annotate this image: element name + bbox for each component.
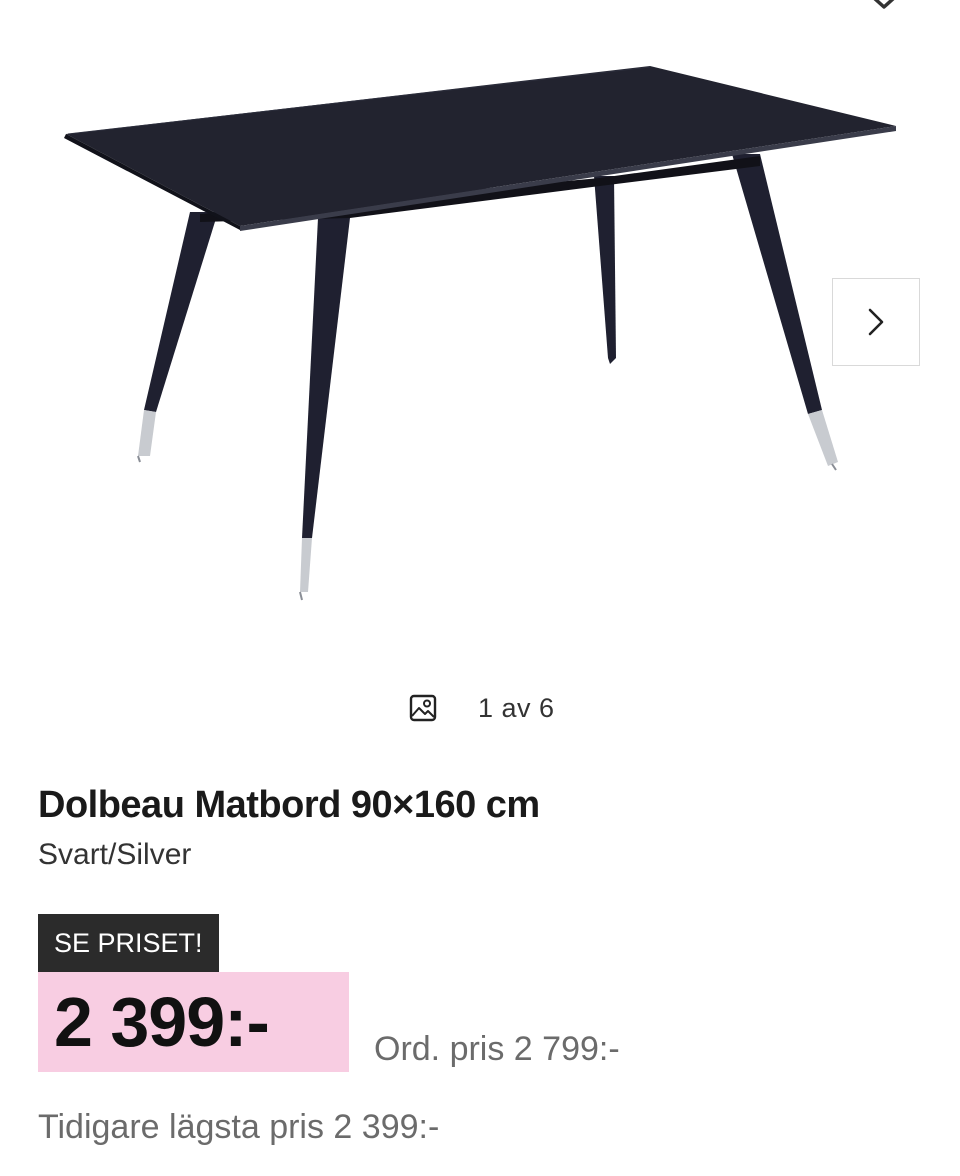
table-foot-back-right (808, 410, 838, 466)
image-counter-text: 1 av 6 (478, 692, 555, 723)
image-icon (409, 694, 437, 722)
previous-lowest-price: Tidigare lägsta pris 2 399:- (38, 1108, 440, 1146)
table-leg-front-left (144, 212, 218, 412)
product-variant: Svart/Silver (38, 838, 192, 871)
ordinary-price: Ord. pris 2 799:- (374, 1030, 620, 1068)
table-foot-front-center (300, 538, 312, 592)
table-leg-back-right (732, 154, 822, 414)
next-image-button[interactable] (832, 278, 920, 366)
campaign-badge: SE PRISET! (38, 914, 219, 972)
chevron-right-icon (868, 308, 884, 336)
product-image-gallery (0, 0, 960, 680)
image-counter: 1 av 6 (408, 690, 555, 726)
current-price: 2 399:- (54, 983, 270, 1061)
table-leg-front-center (302, 218, 350, 538)
table-foot-front-left (138, 410, 156, 456)
price-highlight: 2 399:- (38, 972, 349, 1072)
product-image (64, 66, 896, 601)
product-title: Dolbeau Matbord 90×160 cm (38, 784, 540, 826)
table-leg-back-left (594, 176, 616, 364)
